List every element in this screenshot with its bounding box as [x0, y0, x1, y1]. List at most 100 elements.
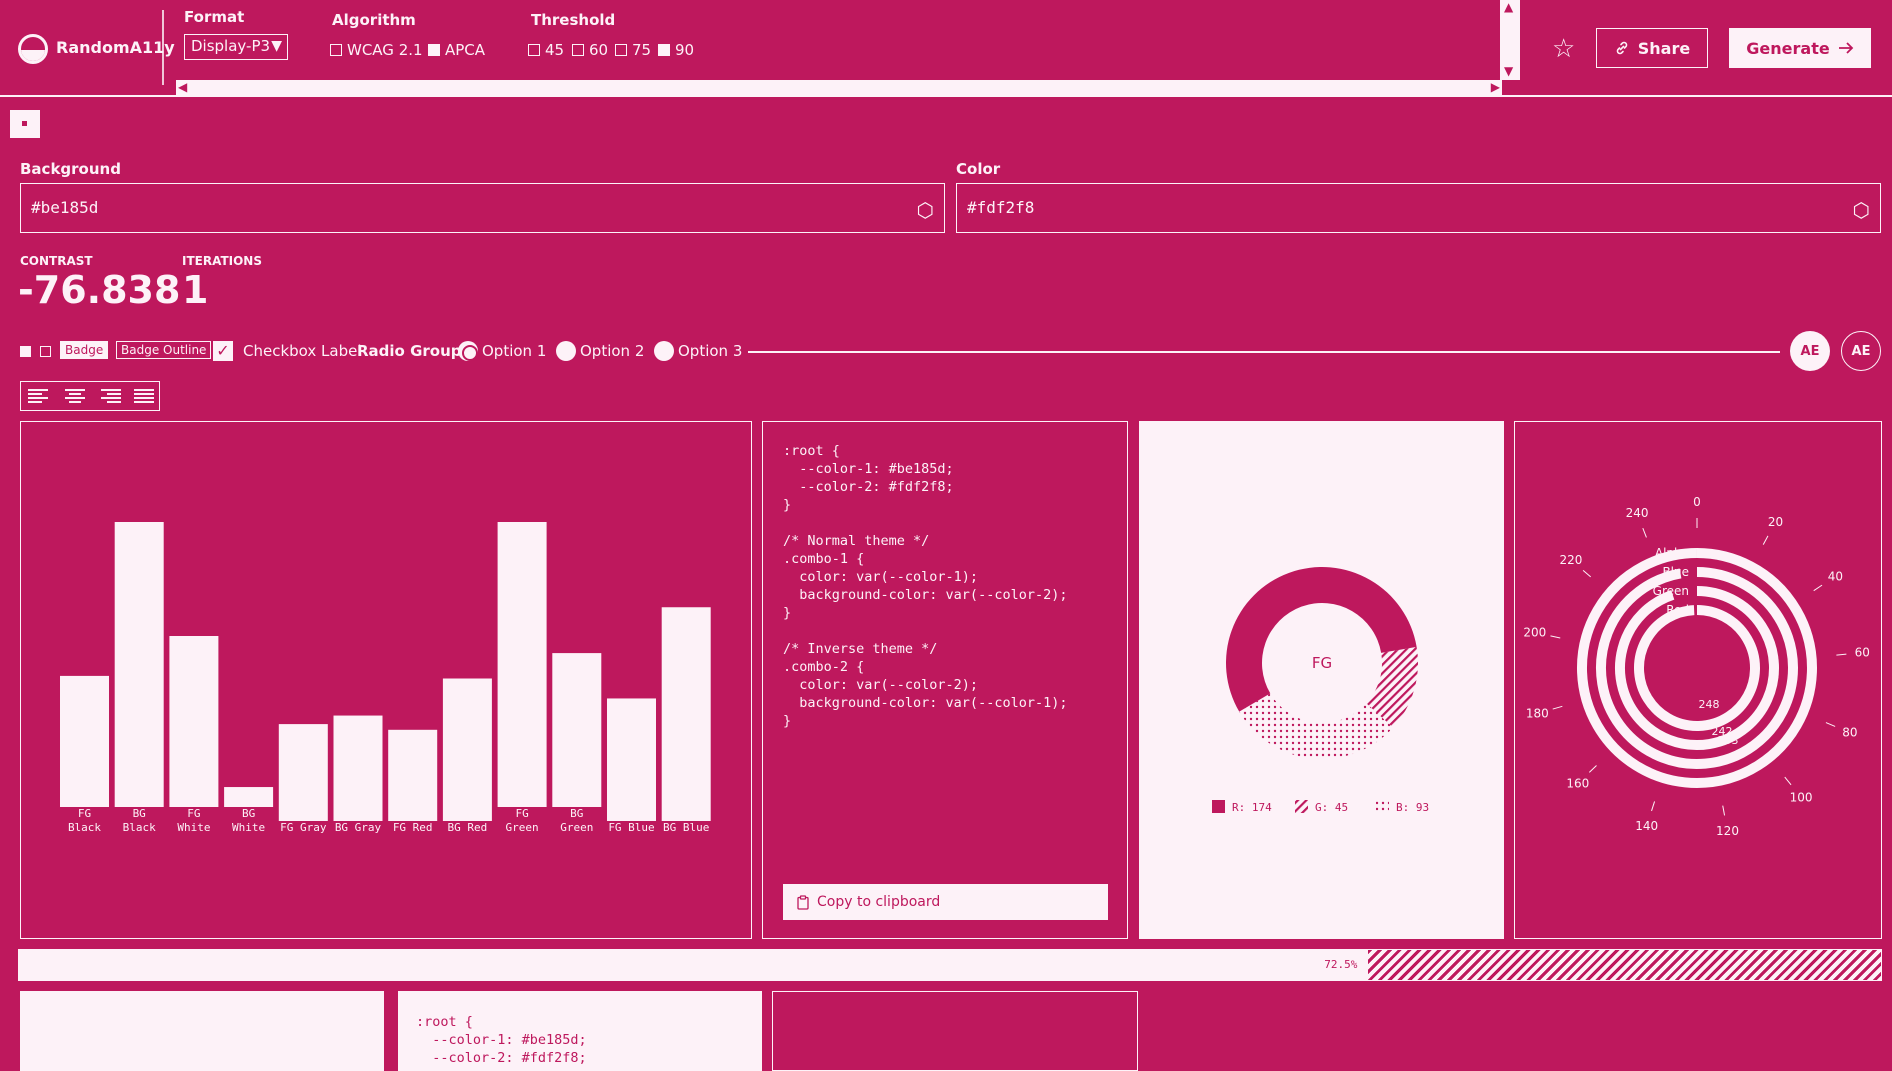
color-label: Color	[956, 160, 1001, 178]
radial-series-label: Alpha	[1655, 546, 1689, 560]
radial-tick	[1651, 801, 1656, 812]
toggle-square-button[interactable]	[10, 110, 40, 138]
copy-to-clipboard-button[interactable]: Copy to clipboard	[783, 884, 1108, 920]
iterations-value: 1	[182, 268, 209, 312]
format-select[interactable]: Display-P3 ▼	[184, 34, 288, 60]
bar-bg-red	[442, 678, 492, 821]
scroll-left-icon[interactable]: ◀	[178, 80, 187, 94]
radio-option-1[interactable]	[458, 341, 478, 361]
threshold-option-90[interactable]: 90	[658, 41, 694, 59]
logo-icon	[18, 34, 48, 64]
checkbox[interactable]: ✓	[213, 341, 233, 361]
align-right-icon[interactable]	[90, 382, 128, 410]
bottom-panel-light	[20, 991, 384, 1071]
copy-label: Copy to clipboard	[817, 894, 941, 910]
iterations-label: ITERATIONS	[182, 254, 262, 268]
checkbox-checked-icon	[658, 44, 670, 56]
scroll-right-icon[interactable]: ▶	[1491, 80, 1500, 94]
bar-label: BG	[570, 807, 583, 820]
algorithm-option-wcag[interactable]: WCAG 2.1	[330, 41, 423, 59]
bar-label: White	[177, 821, 210, 834]
caret-down-icon: ▼	[271, 38, 282, 54]
align-center-icon[interactable]	[59, 382, 90, 410]
generate-label: Generate	[1746, 38, 1830, 58]
radial-tick-label: 220	[1559, 553, 1582, 567]
css-code-block-inverse: :root { --color-1: #be185d; --color-2: #…	[416, 1014, 587, 1066]
radial-tick-label: 200	[1523, 625, 1546, 639]
threshold-label: Threshold	[531, 11, 616, 29]
bar-bg-blue	[661, 607, 711, 821]
bottom-panel-outline	[772, 991, 1138, 1071]
contrast-value: -76.838	[18, 268, 181, 312]
hexagon-icon[interactable]: ⬡	[917, 198, 934, 222]
radial-inner-label: 248	[1699, 698, 1720, 711]
radial-tick-label: 180	[1526, 706, 1549, 720]
avatar: AE	[1790, 331, 1830, 371]
algorithm-label: Algorithm	[332, 11, 416, 29]
threshold-option-75[interactable]: 75	[615, 41, 651, 59]
css-code-block: :root { --color-1: #be185d; --color-2: #…	[783, 443, 1068, 729]
format-label: Format	[184, 8, 245, 26]
radio-option-3-label: Option 3	[678, 342, 743, 360]
radial-tick	[1722, 805, 1726, 816]
radial-tick	[1582, 570, 1592, 578]
bar-label: BG Gray	[335, 821, 382, 834]
bar-label: Green	[560, 821, 593, 834]
align-justify-icon[interactable]	[128, 382, 159, 410]
radio-group-label: Radio Group	[357, 342, 462, 360]
scroll-down-icon[interactable]: ▼	[1504, 64, 1513, 78]
bar-fg-black	[60, 675, 109, 807]
background-input[interactable]: #be185d ⬡	[20, 183, 945, 233]
square-outline	[40, 346, 51, 357]
scroll-up-icon[interactable]: ▲	[1504, 0, 1513, 14]
bar-fg-blue	[607, 698, 656, 821]
progress-bar: 72.5%	[18, 949, 1882, 981]
radial-series-label: Blue	[1662, 565, 1689, 579]
radio-option-2[interactable]	[556, 341, 576, 361]
horizontal-scrollbar[interactable]: ◀ ▶	[176, 80, 1502, 95]
radio-option-3[interactable]	[654, 341, 674, 361]
generate-button[interactable]: Generate	[1729, 28, 1871, 68]
code-panel: :root { --color-1: #be185d; --color-2: #…	[762, 421, 1128, 939]
checkbox-checked-icon	[428, 44, 440, 56]
color-input-value: #fdf2f8	[967, 198, 1035, 217]
radial-tick	[1784, 776, 1792, 786]
color-input[interactable]: #fdf2f8 ⬡	[956, 183, 1881, 233]
link-icon	[1616, 41, 1628, 55]
radial-tick-label: 160	[1566, 777, 1589, 791]
radial-chart-panel: 0 20 40 60 80 100 120 140 160 180 200 220 240 Alpha Bl…	[1514, 421, 1882, 939]
hexagon-icon[interactable]: ⬡	[1853, 198, 1870, 222]
radio-option-1-label: Option 1	[482, 342, 547, 360]
bar-label: FG Blue	[608, 821, 654, 834]
align-left-icon[interactable]	[21, 382, 59, 410]
background-label: Background	[20, 160, 121, 178]
background-input-value: #be185d	[31, 198, 99, 217]
radial-series-label: Red	[1666, 603, 1689, 617]
share-button[interactable]: Share	[1596, 28, 1708, 68]
avatar-outline: AE	[1841, 331, 1881, 371]
bar-bg-white	[224, 787, 274, 807]
bar-label: FG	[515, 807, 528, 820]
bar-chart: FGBlackBGBlackFGWhiteBGWhite FG Gray BG Gr…	[60, 522, 711, 834]
header-bar: RandomA11y Format Display-P3 ▼ Algorithm…	[0, 0, 1892, 97]
radial-tick-label: 40	[1828, 569, 1843, 583]
vertical-scrollbar[interactable]: ▲ ▼	[1500, 0, 1520, 80]
algorithm-option-apca[interactable]: APCA	[428, 41, 485, 59]
bar-label: BG Red	[448, 821, 488, 834]
radial-bar-red	[1634, 605, 1760, 731]
bar-fg-gray	[278, 724, 328, 821]
bar-label: BG	[242, 807, 255, 820]
threshold-option-60[interactable]: 60	[572, 41, 608, 59]
donut-chart: FG R: 174 G: 45 B: 93	[1212, 567, 1429, 814]
radial-tick-label: 20	[1768, 515, 1783, 529]
radial-tick-label: 120	[1716, 824, 1739, 838]
radial-tick	[1762, 535, 1769, 545]
star-icon[interactable]: ☆	[1552, 34, 1575, 64]
threshold-option-45[interactable]: 45	[528, 41, 564, 59]
checkbox-unchecked-icon	[572, 44, 584, 56]
radial-tick-label: 240	[1626, 506, 1649, 520]
radial-tick	[1836, 653, 1847, 656]
svg-text:G: 45: G: 45	[1315, 801, 1348, 814]
legend-item-b: B: 93	[1376, 800, 1429, 814]
bar-label: Green	[506, 821, 539, 834]
